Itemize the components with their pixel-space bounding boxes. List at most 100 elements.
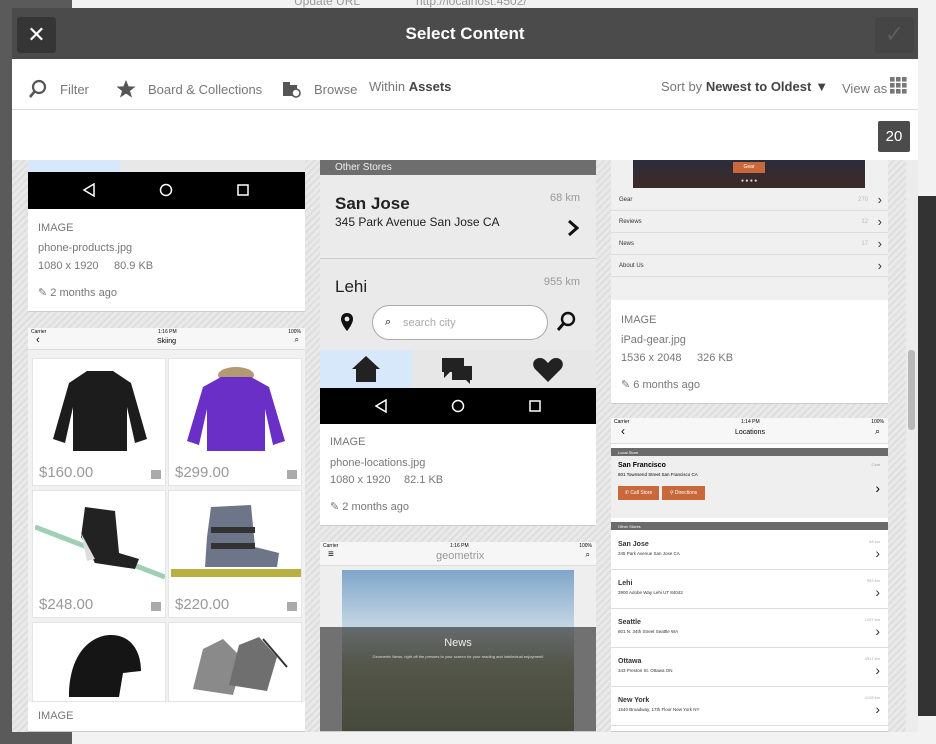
store-row[interactable]: San Jose 345 Park Avenue San Jose CA 68 km… <box>611 532 888 570</box>
vertical-scrollbar[interactable] <box>906 160 918 732</box>
product-tile[interactable] <box>32 622 166 702</box>
chat-icon <box>442 358 472 384</box>
asset-filename: phone-locations.jpg <box>330 457 426 469</box>
call-store-button[interactable]: ✆ Call Store <box>618 486 659 500</box>
menu-row[interactable]: Gear 270 › <box>611 190 888 211</box>
gloves-image <box>193 637 288 695</box>
filter-button[interactable]: Filter <box>28 79 89 99</box>
asset-card-ipad-gear[interactable]: Gear ● ● ● ● Gear 270 › Reviews 12 › News 17 ›… <box>611 160 888 404</box>
card-preview: Other Stores San Jose 345 Park Avenue Sa… <box>320 160 596 396</box>
directions-button[interactable]: ⚲ Directions <box>662 486 705 500</box>
asset-card-geometrix-news[interactable]: Carrier 1:16 PM 100% ≡ geometrix ⌕ News … <box>320 542 596 732</box>
product-tile[interactable]: $220.00 <box>168 490 302 618</box>
menu-row[interactable]: About Us › <box>611 256 888 277</box>
store-address: 3900 Adobe Way Lehi UT 84043 <box>618 590 683 595</box>
chevron-right-icon: › <box>877 258 882 273</box>
asset-size: 326 KB <box>697 352 734 364</box>
asset-modified: ✎ 6 months ago <box>621 379 700 391</box>
chevron-right-icon: › <box>875 545 880 561</box>
chevron-right-icon: › <box>875 623 880 639</box>
menu-row[interactable]: Reviews 12 › <box>611 212 888 233</box>
thumbs-up-icon <box>287 470 297 479</box>
asset-card-skiing[interactable]: Carrier 1:16 PM 100% ‹ Skiing ⌕ $160.00 … <box>28 328 305 732</box>
asset-type: IMAGE <box>38 222 74 234</box>
store-row[interactable]: Lehi 3900 Adobe Way Lehi UT 84043 953 km › <box>611 571 888 609</box>
helmet-image <box>69 635 141 697</box>
product-tile[interactable]: $299.00 <box>168 358 302 486</box>
ios-status-bar: Carrier 1:16 PM 100% ≡ geometrix ⌕ <box>320 542 596 566</box>
chevron-right-icon: › <box>875 662 880 678</box>
dialog-title: Select Content <box>405 24 525 43</box>
browse-button[interactable]: Browse <box>282 79 357 99</box>
product-tile[interactable]: $248.00 <box>32 490 166 618</box>
menu-row[interactable]: News 17 › <box>611 234 888 255</box>
card-preview: Gear ● ● ● ● Gear 270 › Reviews 12 › News 17 ›… <box>611 160 888 300</box>
gear-hero-image: Gear ● ● ● ● <box>633 160 865 188</box>
chevron-right-icon: › <box>875 584 880 600</box>
asset-card-phone-products[interactable]: IMAGE phone-products.jpg 1080 x 1920 80.… <box>28 160 305 312</box>
asset-dimensions: 1080 x 1920 <box>38 260 99 272</box>
dialog-header: ✕ Select Content ✓ <box>12 8 918 59</box>
chevron-right-icon: › <box>877 236 882 251</box>
product-tile[interactable] <box>168 622 302 702</box>
news-hero-image: News Geometrix News, right off the press… <box>320 570 596 731</box>
selection-count-badge: 20 <box>878 121 910 152</box>
within-assets[interactable]: Within Assets <box>369 79 451 94</box>
black-jacket-image <box>53 371 147 451</box>
location-pin-icon <box>341 313 353 331</box>
check-icon: ✓ <box>884 21 905 48</box>
confirm-button[interactable]: ✓ <box>875 17 914 53</box>
store-name: San Jose <box>618 541 649 548</box>
store-distance: 68 km <box>869 539 880 544</box>
asset-type: IMAGE <box>330 436 366 448</box>
asset-card-phone-locations[interactable]: Other Stores San Jose 345 Park Avenue Sa… <box>320 160 596 526</box>
filter-label: Filter <box>60 81 89 97</box>
chevron-right-icon: › <box>877 214 882 229</box>
purple-jacket-image <box>187 367 285 451</box>
assets-label: Assets <box>408 79 452 94</box>
search-icon: ⌕ <box>585 550 590 559</box>
ios-status-bar: Carrier 1:16 PM 100% ‹ Skiing ⌕ <box>28 328 305 350</box>
bg-url-value: http://localhost:4502/ <box>416 0 527 8</box>
thumbs-up-icon <box>151 470 161 479</box>
sort-dropdown[interactable]: Sort by Newest to Oldest ▼ <box>661 79 828 94</box>
chevron-right-icon: › <box>875 480 880 496</box>
local-store-row[interactable]: San Francisco 601 Townsend Street San Fr… <box>611 456 888 518</box>
store-distance: 1097 km <box>864 617 880 622</box>
back-triangle-icon <box>374 399 387 413</box>
chevron-right-icon: › <box>877 192 882 207</box>
geometrix-logo: geometrix <box>436 550 485 562</box>
news-subtitle: Geometrix News, right off the presses to… <box>372 654 544 659</box>
view-as-label: View as <box>842 81 888 96</box>
store-name: Seattle <box>618 619 641 626</box>
chevron-right-icon: › <box>875 701 880 717</box>
recents-square-icon <box>529 400 541 412</box>
store-row[interactable]: Seattle 801 N. 34th Street Seattle WA 1097… <box>611 610 888 648</box>
scrollbar-thumb[interactable] <box>908 350 915 430</box>
boards-button[interactable]: Board & Collections <box>116 79 262 99</box>
bg-url-label: Update URL <box>294 0 361 8</box>
sort-value: Newest to Oldest <box>705 79 812 94</box>
search-icon <box>556 311 576 331</box>
asset-type: IMAGE <box>38 710 74 722</box>
asset-card-locations-list[interactable]: Carrier 1:14 PM 100% ‹ Locations ⌕ Local… <box>611 418 888 732</box>
store-name: Ottawa <box>618 658 642 665</box>
news-title: News <box>444 637 472 649</box>
boards-label: Board & Collections <box>148 81 263 97</box>
store-name: New York <box>618 697 650 704</box>
view-as-button[interactable]: View as <box>842 77 907 96</box>
home-circle-icon <box>451 399 465 413</box>
store-distance: 3917 km <box>864 656 880 661</box>
store-row[interactable]: Ottawa 343 Preston St. Ottawa ON 3917 km › <box>611 649 888 687</box>
ski-boot-image <box>171 505 301 577</box>
asset-dimensions: 1536 x 2048 <box>621 352 682 364</box>
browse-folder-icon <box>283 82 301 98</box>
product-tile[interactable]: $160.00 <box>32 358 166 486</box>
gear-button[interactable]: Gear <box>733 162 765 173</box>
search-city-input[interactable]: ⌕ search city <box>372 305 548 340</box>
home-icon <box>352 356 380 382</box>
pencil-icon: ✎ <box>330 501 340 513</box>
card-preview <box>28 160 305 172</box>
search-icon: ⌕ <box>385 316 392 328</box>
store-row[interactable]: New York 1540 Broadway, 17th Floor New Yo… <box>611 688 888 726</box>
